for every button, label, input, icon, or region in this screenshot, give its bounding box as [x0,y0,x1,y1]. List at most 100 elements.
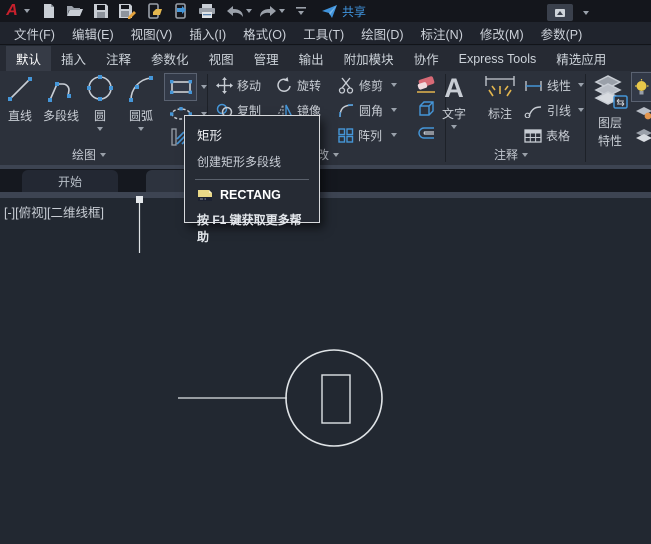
app-logo-icon[interactable]: A [0,1,24,21]
fillet-caret-icon[interactable] [391,108,397,112]
ribbon-tab-annotate[interactable]: 注释 [96,46,141,71]
ribbon-collapse-button[interactable] [547,4,573,21]
array-icon [338,128,354,143]
menu-file[interactable]: 文件(F) [14,24,55,43]
dimension-button[interactable]: 标注 [480,74,520,122]
linear-dimension-button[interactable]: 线性 [524,77,571,94]
trim-button[interactable]: 修剪 [338,77,383,94]
menu-tools[interactable]: 工具(T) [303,24,344,43]
panel-expand-arrow [333,152,340,157]
ribbon-tab-view[interactable]: 视图 [199,46,244,71]
offset-icon [418,127,434,139]
ribbon-tab-insert[interactable]: 插入 [51,46,96,71]
circle-caret-icon[interactable] [97,127,103,131]
app-menu-caret-icon[interactable] [24,9,30,13]
move-icon [216,77,233,94]
menu-insert[interactable]: 插入(I) [189,24,226,43]
arc-caret-icon[interactable] [138,127,144,131]
linear-dimension-icon [525,80,542,91]
explode-icon [419,101,434,116]
customize-qat-icon[interactable] [290,1,312,21]
panel-expand-arrow [522,152,529,157]
array-caret-icon[interactable] [391,133,397,137]
menu-view[interactable]: 视图(V) [131,24,173,43]
menu-format[interactable]: 格式(O) [243,24,286,43]
layer-freeze-button[interactable] [635,105,651,121]
undo-caret-icon[interactable] [246,9,252,13]
text-caret-icon[interactable] [451,125,457,129]
arc-button[interactable]: 圆弧 [121,74,161,131]
rectang-command-icon [198,189,212,201]
menu-modify[interactable]: 修改(M) [480,24,524,43]
open-from-web-icon[interactable] [144,1,166,21]
viewport-controls-label[interactable]: [-][俯视][二维线框] [4,202,104,221]
ribbon-tab-home[interactable]: 默认 [6,46,52,71]
tooltip-divider [195,179,309,180]
offset-button[interactable] [416,125,435,141]
text-button[interactable]: A 文字 [434,74,474,129]
leader-button[interactable]: 引线 [524,102,571,119]
leader-caret-icon[interactable] [578,108,584,112]
rotate-button[interactable]: 旋转 [276,77,321,94]
circle-button[interactable]: 圆 [80,74,120,131]
ribbon-tab-featured[interactable]: 精选应用 [546,46,616,71]
ribbon-tab-parametric[interactable]: 参数化 [141,46,199,71]
polyline-icon [48,82,71,102]
ribbon-collapse-caret-icon[interactable] [583,11,589,15]
menu-parametric[interactable]: 参数(P) [541,24,583,43]
save-icon[interactable] [90,1,112,21]
array-button[interactable]: 阵列 [338,127,382,144]
annotate-panel-label[interactable]: 注释 [494,146,529,163]
linear-caret-icon[interactable] [578,83,584,87]
polyline-button[interactable]: 多段线 [39,74,83,124]
redo-icon[interactable] [257,1,279,21]
arc-icon [129,76,153,102]
table-button[interactable]: 表格 [524,127,570,144]
menu-draw[interactable]: 绘图(D) [361,24,403,43]
menu-bar: 文件(F) 编辑(E) 视图(V) 插入(I) 格式(O) 工具(T) 绘图(D… [0,22,651,45]
ribbon-tab-bar: 默认 插入 注释 参数化 视图 管理 输出 附加模块 协作 Express To… [0,46,651,71]
layer-properties-button[interactable]: 图层 特性 [590,74,630,149]
ribbon-tab-collaborate[interactable]: 协作 [404,46,449,71]
ribbon-tab-manage[interactable]: 管理 [244,46,289,71]
menu-edit[interactable]: 编辑(E) [72,24,114,43]
tooltip-command: RECTANG [220,188,281,202]
tooltip-help-text: 按 F1 键获取更多帮助 [197,213,302,244]
explode-button[interactable] [416,100,435,118]
undo-icon[interactable] [224,1,246,21]
fillet-icon [339,104,354,118]
share-plane-icon[interactable] [318,1,340,21]
save-to-web-icon[interactable] [170,1,192,21]
trim-icon [338,77,354,94]
rectangle-split-caret[interactable] [197,74,210,100]
fillet-button[interactable]: 圆角 [338,102,383,119]
layer-lock-button[interactable] [635,128,651,142]
ribbon-tab-output[interactable]: 输出 [289,46,334,71]
ribbon-tab-addins[interactable]: 附加模块 [334,46,404,71]
new-file-icon[interactable] [38,1,60,21]
menu-dimension[interactable]: 标注(N) [421,24,463,43]
trim-caret-icon[interactable] [391,83,397,87]
share-label[interactable]: 共享 [342,3,366,20]
open-file-icon[interactable] [64,1,86,21]
panel-expand-arrow [100,152,107,157]
panel-separator [585,74,586,162]
layer-on-button[interactable] [631,72,651,102]
file-tab-start[interactable]: 开始 [22,170,118,192]
line-button[interactable]: 直线 [0,74,40,124]
layer-freeze-icon [636,107,651,120]
rectangle-button[interactable] [164,73,197,101]
plot-icon[interactable] [196,1,218,21]
circle-icon [87,75,113,101]
autocad-window: A 共享 文件(F) 编辑(E) 视图(V) 插入(I) 格式(O) 工具(T)… [0,0,651,544]
save-as-icon[interactable] [116,1,138,21]
bulb-icon [635,78,649,94]
layer-lock-icon [636,129,651,142]
move-button[interactable]: 移动 [216,77,261,94]
layer-properties-icon [594,75,628,109]
ribbon-tab-express[interactable]: Express Tools [449,46,547,71]
quick-access-toolbar: A 共享 [0,0,366,22]
drawing-canvas[interactable] [0,198,651,544]
draw-panel-label[interactable]: 绘图 [72,146,107,163]
redo-caret-icon[interactable] [279,9,285,13]
